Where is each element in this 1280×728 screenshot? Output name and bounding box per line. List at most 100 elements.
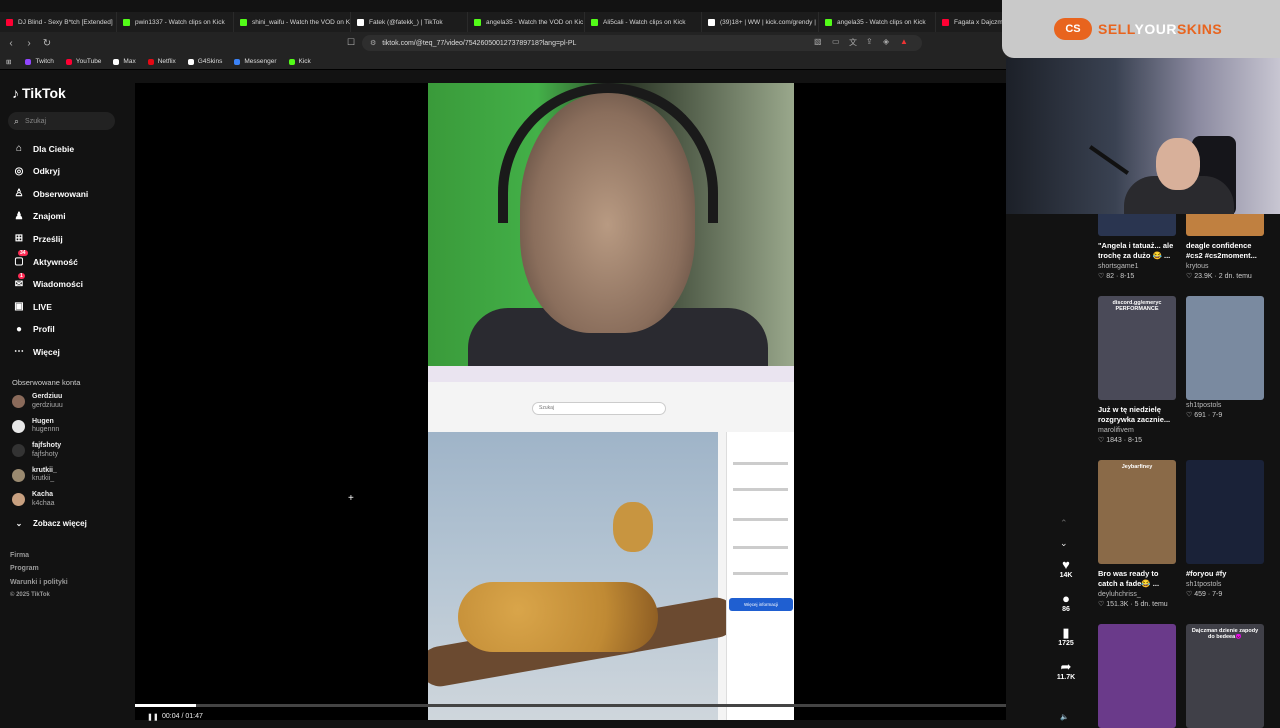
action-bookmark[interactable]: ▮ 1725 xyxy=(1052,626,1080,648)
back-arrow-icon[interactable]: ‹ xyxy=(4,38,18,49)
video-frame[interactable]: Szukaj Więcej informacji xyxy=(428,83,794,720)
brave-shield-icon[interactable]: ◈ xyxy=(883,37,889,46)
video-title[interactable]: deagle confidence #cs2 #cs2moment... xyxy=(1186,241,1264,261)
related-videos-grid: "Angela i tatuaż... ale trochę za dużo 😂… xyxy=(1088,184,1280,728)
tab-title: Fagata x Dajczmi xyxy=(954,18,1005,26)
video-title[interactable]: Już w tę niedzielę rozgrywka zacznie... xyxy=(1098,405,1176,425)
followed-account[interactable]: Kacha k4chaa xyxy=(12,491,55,508)
bookmark-kick[interactable]: Kick xyxy=(288,58,311,65)
related-video-card[interactable]: Jeybarfiney Bro was ready to catch a fade… xyxy=(1098,460,1176,608)
extension-icon[interactable]: ▧ xyxy=(814,37,822,46)
video-title[interactable]: "Angela i tatuaż... ale trochę za dużo 😂… xyxy=(1098,241,1176,261)
action-comment[interactable]: ● 86 xyxy=(1052,592,1080,614)
panel-line xyxy=(733,518,788,521)
related-video-card[interactable]: discord.gg/emeryc PERFORMANCE Już w tę ni… xyxy=(1098,296,1176,444)
browser-tab[interactable]: angela35 - Watch the VOD on Kic xyxy=(468,12,585,32)
browser-tab[interactable]: Ali5cali - Watch clips on Kick xyxy=(585,12,702,32)
video-thumbnail[interactable]: Jeybarfiney xyxy=(1098,460,1176,564)
video-author[interactable]: deyluhchriss_ xyxy=(1098,591,1176,598)
video-thumbnail[interactable]: discord.gg/emeryc PERFORMANCE xyxy=(1098,296,1176,400)
video-thumbnail[interactable] xyxy=(1098,624,1176,728)
sidebar-item-odkryj[interactable]: ◎ Odkryj xyxy=(12,166,60,177)
sponsor-text: SELLYOURSKINS xyxy=(1098,21,1222,37)
followed-account[interactable]: fajfshoty fajfshoty xyxy=(12,442,61,459)
cast-icon[interactable]: ▭ xyxy=(832,37,840,46)
rewards-icon[interactable]: ▲ xyxy=(900,37,908,46)
account-name: Gerdziuu xyxy=(32,393,63,400)
followed-account[interactable]: Gerdziuu gerdziuuu xyxy=(12,393,63,410)
sidebar-item-obserwowani[interactable]: ♙ Obserwowani xyxy=(12,188,89,199)
more-icon: ⋯ xyxy=(14,346,24,358)
browser-tab[interactable]: Fatek (@fatekk_) | TikTok xyxy=(351,12,468,32)
sidebar-item-prześlij[interactable]: ⊞ Prześlij xyxy=(12,233,63,244)
sidebar-item-profil[interactable]: ● Profil xyxy=(12,324,55,335)
related-video-card[interactable] xyxy=(1098,624,1176,728)
video-stats: ♡ 151.3K · 5 dn. temu xyxy=(1098,601,1168,608)
video-author[interactable]: sh1tpostols xyxy=(1186,581,1264,588)
bookmark-label: Netflix xyxy=(157,58,176,65)
bookmark-page-icon[interactable]: ☐ xyxy=(347,37,355,48)
sidebar-item-więcej[interactable]: ⋯ Więcej xyxy=(12,346,60,357)
reload-icon[interactable]: ↻ xyxy=(40,38,54,49)
video-author[interactable]: krytous xyxy=(1186,263,1264,270)
footer-link[interactable]: Program xyxy=(10,565,39,572)
stream-sponsor-overlay: CS SELLYOURSKINS xyxy=(1002,0,1280,58)
forward-arrow-icon[interactable]: › xyxy=(22,38,36,49)
footer-link[interactable]: Firma xyxy=(10,552,29,559)
followed-account[interactable]: Hugen hugennn xyxy=(12,418,59,435)
search-input[interactable]: ⌕ Szukaj xyxy=(8,112,115,130)
streamer-face xyxy=(1156,138,1200,190)
sidebar-item-wiadomości[interactable]: ✉ 1 Wiadomości xyxy=(12,272,83,290)
video-thumbnail[interactable] xyxy=(1186,296,1264,400)
bookmark-max[interactable]: Max xyxy=(113,58,136,65)
video-title[interactable]: Bro was ready to catch a fade😂 ... xyxy=(1098,569,1176,589)
leopard-body xyxy=(458,582,658,652)
related-video-card[interactable]: Dajczman dzienie zapody do bedeea😈 xyxy=(1186,624,1264,728)
see-more-button[interactable]: ⌄ Zobacz więcej xyxy=(12,519,87,528)
site-info-icon[interactable]: ⚙ xyxy=(370,39,376,47)
browser-tab[interactable]: pwin1337 - Watch clips on Kick xyxy=(117,12,234,32)
share-page-icon[interactable]: ⇪ xyxy=(866,37,873,46)
video-thumbnail[interactable]: Dajczman dzienie zapody do bedeea😈 xyxy=(1186,624,1264,728)
browser-tab[interactable]: angela35 - Watch clips on Kick xyxy=(819,12,936,32)
messages-icon: ✉ 1 xyxy=(14,272,25,290)
bookmark-g4skins[interactable]: G4Skins xyxy=(187,58,222,65)
bookmark-favicon-icon xyxy=(65,58,72,65)
avatar xyxy=(12,419,25,433)
sidebar-item-aktywność[interactable]: ▢ 34 Aktywność xyxy=(12,250,78,267)
tiktok-logo[interactable]: ♪ TikTok xyxy=(12,85,66,101)
share-icon: ➦ xyxy=(1060,659,1072,674)
action-share[interactable]: ➦ 11.7K xyxy=(1052,659,1080,682)
browser-tab[interactable]: DJ Blind - Sexy B*tch [Extended] xyxy=(0,12,117,32)
video-stats: ♡ 691 · 7-9 xyxy=(1186,412,1223,419)
video-author[interactable]: marolifivem xyxy=(1098,427,1176,434)
bookmark-twitch[interactable]: Twitch xyxy=(25,58,54,65)
sidebar-item-znajomi[interactable]: ♟ Znajomi xyxy=(12,211,66,222)
video-author[interactable]: sh1tpostols xyxy=(1186,402,1264,409)
action-heart[interactable]: ♥ 14K xyxy=(1052,558,1080,580)
followed-account[interactable]: krutkii_ krutkii_ xyxy=(12,467,57,484)
sidebar-item-live[interactable]: ▣ LIVE xyxy=(12,301,52,312)
account-name: krutkii_ xyxy=(32,466,57,474)
browser-tab[interactable]: (39)18+ | WW | kick.com/grendy | xyxy=(702,12,819,32)
related-video-card[interactable]: sh1tpostols ♡ 691 · 7-9 xyxy=(1186,296,1264,419)
search-icon: ⌕ xyxy=(14,115,20,126)
sidebar-item-dla-ciebie[interactable]: ⌂ Dla Ciebie xyxy=(12,143,74,154)
thumbnail-caption: Dajczman dzienie zapody do bedeea😈 xyxy=(1191,628,1259,640)
bookmark-netflix[interactable]: Netflix xyxy=(147,58,176,65)
apps-grid-icon[interactable]: ⊞ xyxy=(6,58,11,66)
video-progress-bar[interactable] xyxy=(135,704,1006,707)
sponsor-text-a: SELL xyxy=(1098,21,1135,37)
video-author[interactable]: shortsgame1 xyxy=(1098,263,1176,270)
chevron-up-icon[interactable]: ⌃ xyxy=(1060,518,1068,529)
video-title[interactable]: #foryou #fy xyxy=(1186,569,1264,579)
translate-icon[interactable]: 文 xyxy=(849,37,857,48)
followed-heading: Obserwowane konta xyxy=(12,378,81,387)
bookmark-messenger[interactable]: Messenger xyxy=(234,58,277,65)
chevron-down-nav-icon[interactable]: ⌄ xyxy=(1060,538,1068,549)
related-video-card[interactable]: #foryou #fy sh1tpostols ♡ 459 · 7-9 xyxy=(1186,460,1264,598)
bookmark-youtube[interactable]: YouTube xyxy=(65,58,101,65)
browser-tab[interactable]: shini_waifu - Watch the VOD on K xyxy=(234,12,351,32)
video-thumbnail[interactable] xyxy=(1186,460,1264,564)
footer-link[interactable]: Warunki i polityki xyxy=(10,579,68,586)
